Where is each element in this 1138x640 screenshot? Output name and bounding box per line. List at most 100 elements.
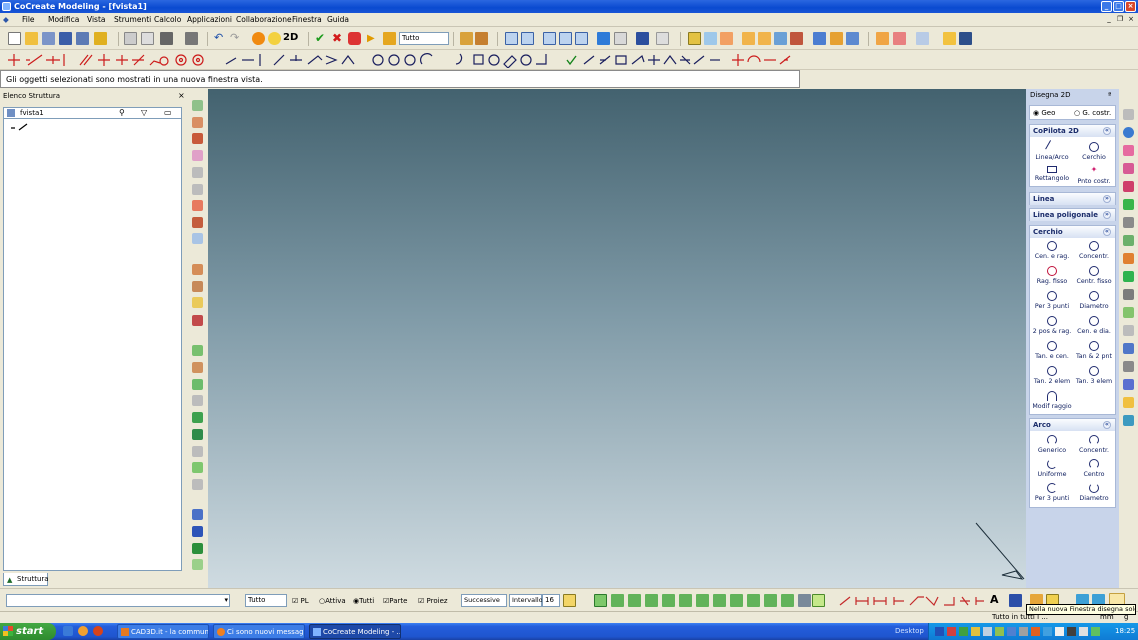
menu-strumenti[interactable]: Strumenti [114,15,151,24]
structure-root-label[interactable]: fvista1 [20,109,44,117]
cmd-rag-fisso[interactable]: Rag. fisso [1031,266,1073,285]
tool-gear-icon[interactable] [192,526,203,537]
tool-disabled-3-icon[interactable] [192,395,203,406]
sel-feature-icon[interactable] [662,594,675,607]
mdi-minimize-button[interactable]: _ [1104,14,1114,24]
tray-printer-icon[interactable] [1019,627,1028,636]
tool-extrude-icon[interactable] [192,264,203,275]
poligonale-header[interactable]: Linea poligonale» [1030,209,1115,221]
toolbar-options-icon[interactable] [916,32,929,45]
tool-delete-geo-icon[interactable] [192,133,203,144]
tool-blend-icon[interactable] [192,345,203,356]
cmd-arco-generico[interactable]: Generico [1031,435,1073,454]
menu-vista[interactable]: Vista [87,15,106,24]
mode-2d-label[interactable]: 2D [283,32,298,43]
start-button[interactable]: start [0,623,56,640]
sel-filter-icon[interactable] [798,594,811,607]
select-mode-icon[interactable] [383,32,396,45]
sel-part-icon[interactable] [611,594,624,607]
collapse-icon[interactable]: « [1103,421,1111,429]
sel-layer-icon[interactable] [781,594,794,607]
tool-fillet-icon[interactable] [192,200,203,211]
copilota-header[interactable]: CoPilota 2D « [1030,125,1115,137]
radio-attiva[interactable]: ○Attiva [319,596,346,607]
layout-icon[interactable] [813,32,826,45]
menu-file[interactable]: File [22,15,35,24]
linea-header[interactable]: Linea» [1030,193,1115,205]
expand-icon[interactable]: » [1103,195,1111,203]
menu-modifica[interactable]: Modifica [48,15,79,24]
sel-wp-icon[interactable] [713,594,726,607]
tool-pattern-icon[interactable] [192,429,203,440]
windows-icon[interactable] [846,32,859,45]
sel-all-icon[interactable] [812,594,825,607]
cmd-tan-3-elem[interactable]: Tan. 3 elem [1073,366,1115,385]
tool-face-icon[interactable] [192,462,203,473]
radio-costr[interactable]: ○ G. costr. [1074,109,1111,117]
rt-select-icon[interactable] [1123,109,1134,120]
cmd-linea-arco[interactable]: Linea/Arco [1031,140,1073,161]
filter-icon[interactable]: ▽ [141,108,147,117]
rt-disabled-icon[interactable] [1123,325,1134,336]
tool-disabled-2-icon[interactable] [192,184,203,195]
prev-view-icon[interactable] [636,32,649,45]
show-icon[interactable] [460,32,473,45]
printer-setup-icon[interactable] [185,32,198,45]
tools-icon[interactable] [943,32,956,45]
save-session-icon[interactable] [959,32,972,45]
menu-guida[interactable]: Guida [327,15,349,24]
rotate-view-icon[interactable] [559,32,572,45]
cmd-cerchio[interactable]: Cerchio [1073,142,1115,161]
firefox-icon[interactable] [78,626,88,636]
rt-surface-icon[interactable] [1123,289,1134,300]
workplane-icon[interactable] [688,32,701,45]
tray-safe-remove-icon[interactable] [1055,627,1064,636]
tool-feature-icon[interactable] [192,412,203,423]
colors-icon[interactable] [893,32,906,45]
tool-trim-icon[interactable] [192,233,203,244]
checkbox-pl[interactable]: ☑ PL [292,596,309,607]
tool-2d-icon[interactable] [192,100,203,111]
wp-axis-icon[interactable] [704,32,717,45]
settings-icon[interactable] [876,32,889,45]
cmd-arco-uniforme[interactable]: Uniforme [1031,459,1073,478]
open-file-icon[interactable] [25,32,38,45]
intervallo-value-input[interactable]: 16 [542,594,560,607]
zoom-icon[interactable] [575,32,588,45]
rt-render-icon[interactable] [1123,379,1134,390]
menu-finestra[interactable]: Finestra [292,15,322,24]
sel-3d-icon[interactable] [764,594,777,607]
tab-struttura[interactable]: ▲ Struttura [3,573,49,586]
tray-update-icon[interactable] [971,627,980,636]
checkbox-parte[interactable]: ☑Parte [383,596,407,607]
sel-face-icon[interactable] [594,594,607,607]
menu-collaborazione[interactable]: Collaborazione [236,15,292,24]
save-icon[interactable] [59,32,72,45]
command-input[interactable]: ▾ [6,594,230,607]
tray-volume-icon[interactable] [983,627,992,636]
window-title-bar[interactable]: CoCreate Modeling - [fvista1] _ □ × [0,0,1138,13]
cerchio-header[interactable]: Cerchio « [1030,226,1115,238]
tray-antivirus-icon[interactable] [947,627,956,636]
maximize-button[interactable]: □ [1113,1,1124,12]
cmd-modif-raggio[interactable]: Modif raggio [1031,391,1073,410]
rt-circle-icon[interactable] [1123,145,1134,156]
print-icon[interactable] [160,32,173,45]
cmd-centr-fisso[interactable]: Centr. fisso [1073,266,1115,285]
annotation-icon[interactable] [830,32,843,45]
cmd-cen-dia[interactable]: Cen. e dia. [1073,316,1115,335]
cmd-2pos-rag[interactable]: 2 pos & rag. [1031,316,1073,335]
task-messages[interactable]: Ci sono nuovi messag... [213,624,305,639]
text-tool-icon[interactable]: A [990,594,1003,607]
dimension-tools[interactable] [836,593,986,609]
collapse-icon[interactable]: « [1103,228,1111,236]
tool-disabled-1-icon[interactable] [192,167,203,178]
cmd-cen-rag[interactable]: Cen. e rag. [1031,241,1073,260]
pan-icon[interactable] [543,32,556,45]
structure-tree[interactable] [3,119,182,571]
select-pointer-icon[interactable]: ▶ [367,34,380,47]
geometry-tools[interactable] [4,52,804,68]
close-button[interactable]: × [1125,1,1136,12]
tray-alert-icon[interactable] [1031,627,1040,636]
collapse-icon[interactable]: « [1103,127,1111,135]
